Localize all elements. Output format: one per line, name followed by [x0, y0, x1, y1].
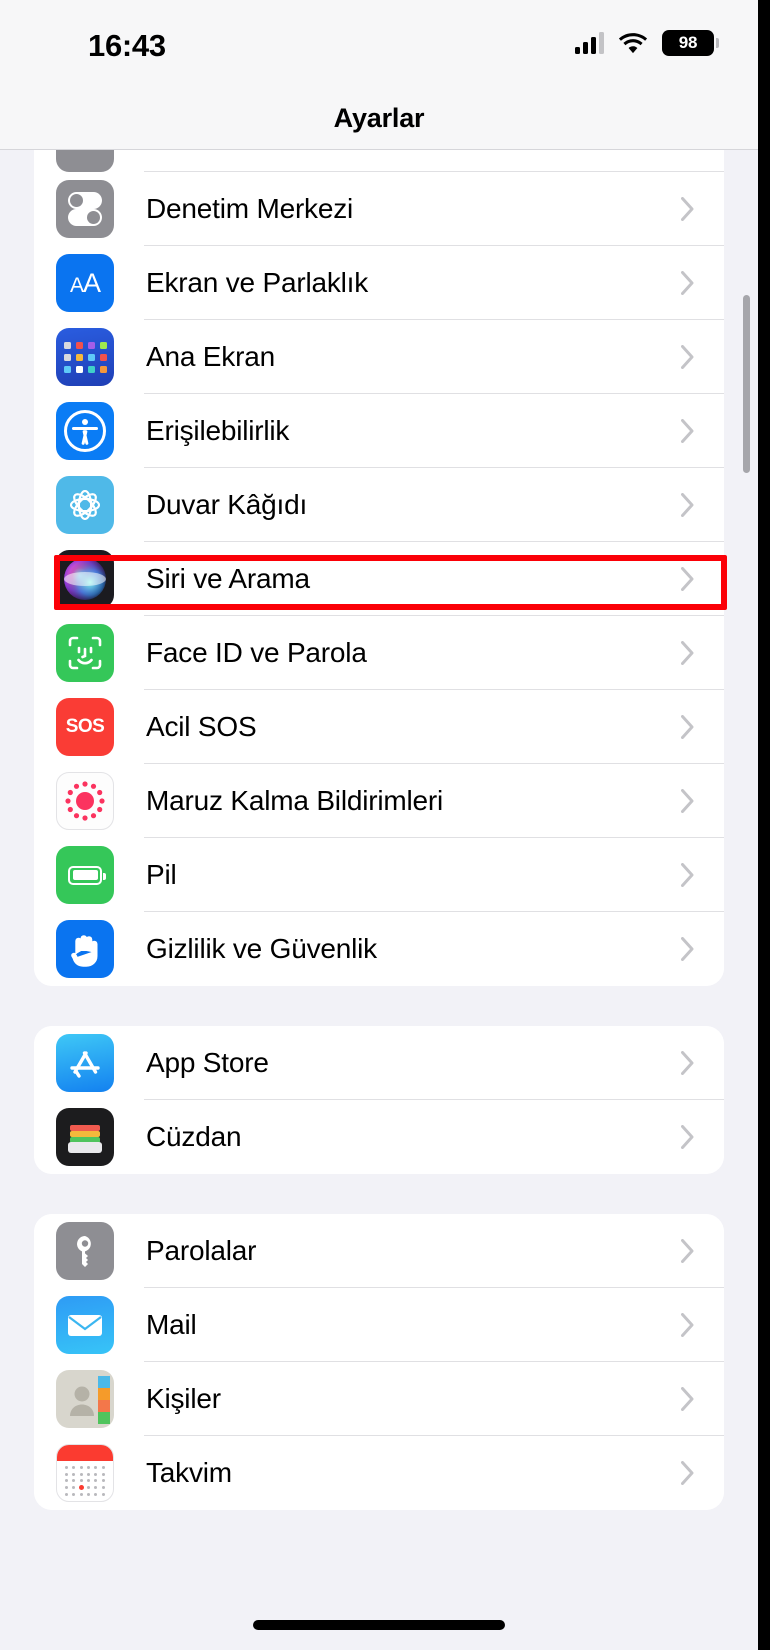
settings-row-emergency-sos[interactable]: SOS Acil SOS [34, 690, 724, 764]
group-gap [34, 986, 724, 1026]
settings-row-face-id[interactable]: Face ID ve Parola [34, 616, 724, 690]
settings-row-label: Maruz Kalma Bildirimleri [146, 785, 444, 816]
chevron-right-icon [681, 1313, 694, 1337]
battery-percent-label: 98 [678, 33, 698, 52]
page-title: Ayarlar [333, 103, 425, 133]
chevron-right-icon [681, 493, 694, 517]
settings-group-system-group: Denetim Merkezi AA Ekran ve Parlaklık Ana E… [34, 150, 724, 986]
settings-row-passwords-key[interactable]: Parolalar [34, 1214, 724, 1288]
status-bar: 16:43 98 [0, 0, 758, 88]
settings-row-exposure-notifications[interactable]: Maruz Kalma Bildirimleri [34, 764, 724, 838]
settings-row-label: Mail [146, 1309, 197, 1340]
settings-row-battery-settings[interactable]: Pil [34, 838, 724, 912]
settings-row-accessibility[interactable]: Erişilebilirlik [34, 394, 724, 468]
settings-row-wallpaper[interactable]: Duvar Kâğıdı [34, 468, 724, 542]
settings-row-label: Cüzdan [146, 1121, 242, 1152]
settings-row-display-brightness[interactable]: AA Ekran ve Parlaklık [34, 246, 724, 320]
control-center-icon [56, 180, 114, 238]
emergency-sos-icon: SOS [56, 698, 114, 756]
group-gap [34, 1174, 724, 1214]
settings-row-label: Duvar Kâğıdı [146, 489, 308, 520]
home-indicator[interactable] [253, 1620, 505, 1630]
settings-row-app-store[interactable]: App Store [34, 1026, 724, 1100]
chevron-right-icon [681, 197, 694, 221]
settings-row-label: Acil SOS [146, 711, 257, 742]
nav-bar: Ayarlar [0, 88, 758, 150]
chevron-right-icon [681, 715, 694, 739]
scroll-indicator[interactable] [743, 295, 750, 473]
wallpaper-icon [56, 476, 114, 534]
wifi-icon [618, 32, 648, 54]
screen-right-bezel [758, 0, 770, 1650]
cellular-bars-icon [575, 32, 604, 54]
settings-row-label: Ekran ve Parlaklık [146, 267, 369, 298]
privacy-hand-icon [56, 920, 114, 978]
app-store-icon [56, 1034, 114, 1092]
siri-icon [56, 550, 114, 608]
chevron-right-icon [681, 1461, 694, 1485]
accessibility-icon [56, 402, 114, 460]
settings-row-label: Parolalar [146, 1235, 257, 1266]
settings-row-label: Kişiler [146, 1383, 221, 1414]
settings-groups: Denetim Merkezi AA Ekran ve Parlaklık Ana E… [34, 150, 724, 1510]
mail-icon [56, 1296, 114, 1354]
contacts-icon [56, 1370, 114, 1428]
exposure-notifications-icon [56, 772, 114, 830]
settings-row-control-center[interactable]: Denetim Merkezi [34, 172, 724, 246]
cut-off-icon [56, 150, 114, 172]
face-id-icon [56, 624, 114, 682]
phone-screen: 16:43 98 Ayarlar Denetim Merkezi AA Ekran … [0, 0, 758, 1650]
chevron-right-icon [681, 863, 694, 887]
chevron-right-icon [681, 567, 694, 591]
chevron-right-icon [681, 1051, 694, 1075]
status-bar-time: 16:43 [88, 28, 166, 63]
calendar-icon [56, 1444, 114, 1502]
settings-scroll-view[interactable]: Denetim Merkezi AA Ekran ve Parlaklık Ana E… [0, 150, 758, 1650]
battery-icon: 98 [662, 30, 719, 56]
chevron-right-icon [681, 937, 694, 961]
settings-group-store-group: App Store Cüzdan [34, 1026, 724, 1174]
chevron-right-icon [681, 789, 694, 813]
settings-row-label: App Store [146, 1047, 269, 1078]
settings-row-siri[interactable]: Siri ve Arama [34, 542, 724, 616]
settings-row-calendar[interactable]: Takvim [34, 1436, 724, 1510]
settings-row-label: Siri ve Arama [146, 563, 310, 594]
home-screen-icon [56, 328, 114, 386]
chevron-right-icon [681, 1387, 694, 1411]
chevron-right-icon [681, 641, 694, 665]
settings-row-label: Denetim Merkezi [146, 193, 354, 224]
chevron-right-icon [681, 419, 694, 443]
settings-row-label: Takvim [146, 1457, 232, 1488]
wallet-icon [56, 1108, 114, 1166]
settings-row-privacy-hand[interactable]: Gizlilik ve Güvenlik [34, 912, 724, 986]
settings-row-label: Pil [146, 859, 177, 890]
status-bar-indicators: 98 [575, 30, 719, 56]
settings-group-apps-group: Parolalar Mail Kişiler Takvim [34, 1214, 724, 1510]
chevron-right-icon [681, 1239, 694, 1263]
chevron-right-icon [681, 345, 694, 369]
display-brightness-icon: AA [56, 254, 114, 312]
settings-row-label: Gizlilik ve Güvenlik [146, 933, 377, 964]
chevron-right-icon [681, 271, 694, 295]
settings-row-label: Ana Ekran [146, 341, 275, 372]
chevron-right-icon [681, 1125, 694, 1149]
settings-row-mail[interactable]: Mail [34, 1288, 724, 1362]
settings-row-label: Face ID ve Parola [146, 637, 367, 668]
settings-row-wallet[interactable]: Cüzdan [34, 1100, 724, 1174]
settings-row-label: Erişilebilirlik [146, 415, 290, 446]
settings-row-contacts[interactable]: Kişiler [34, 1362, 724, 1436]
settings-row-home-screen[interactable]: Ana Ekran [34, 320, 724, 394]
passwords-key-icon [56, 1222, 114, 1280]
partially-visible-row[interactable] [34, 150, 724, 172]
battery-settings-icon [56, 846, 114, 904]
